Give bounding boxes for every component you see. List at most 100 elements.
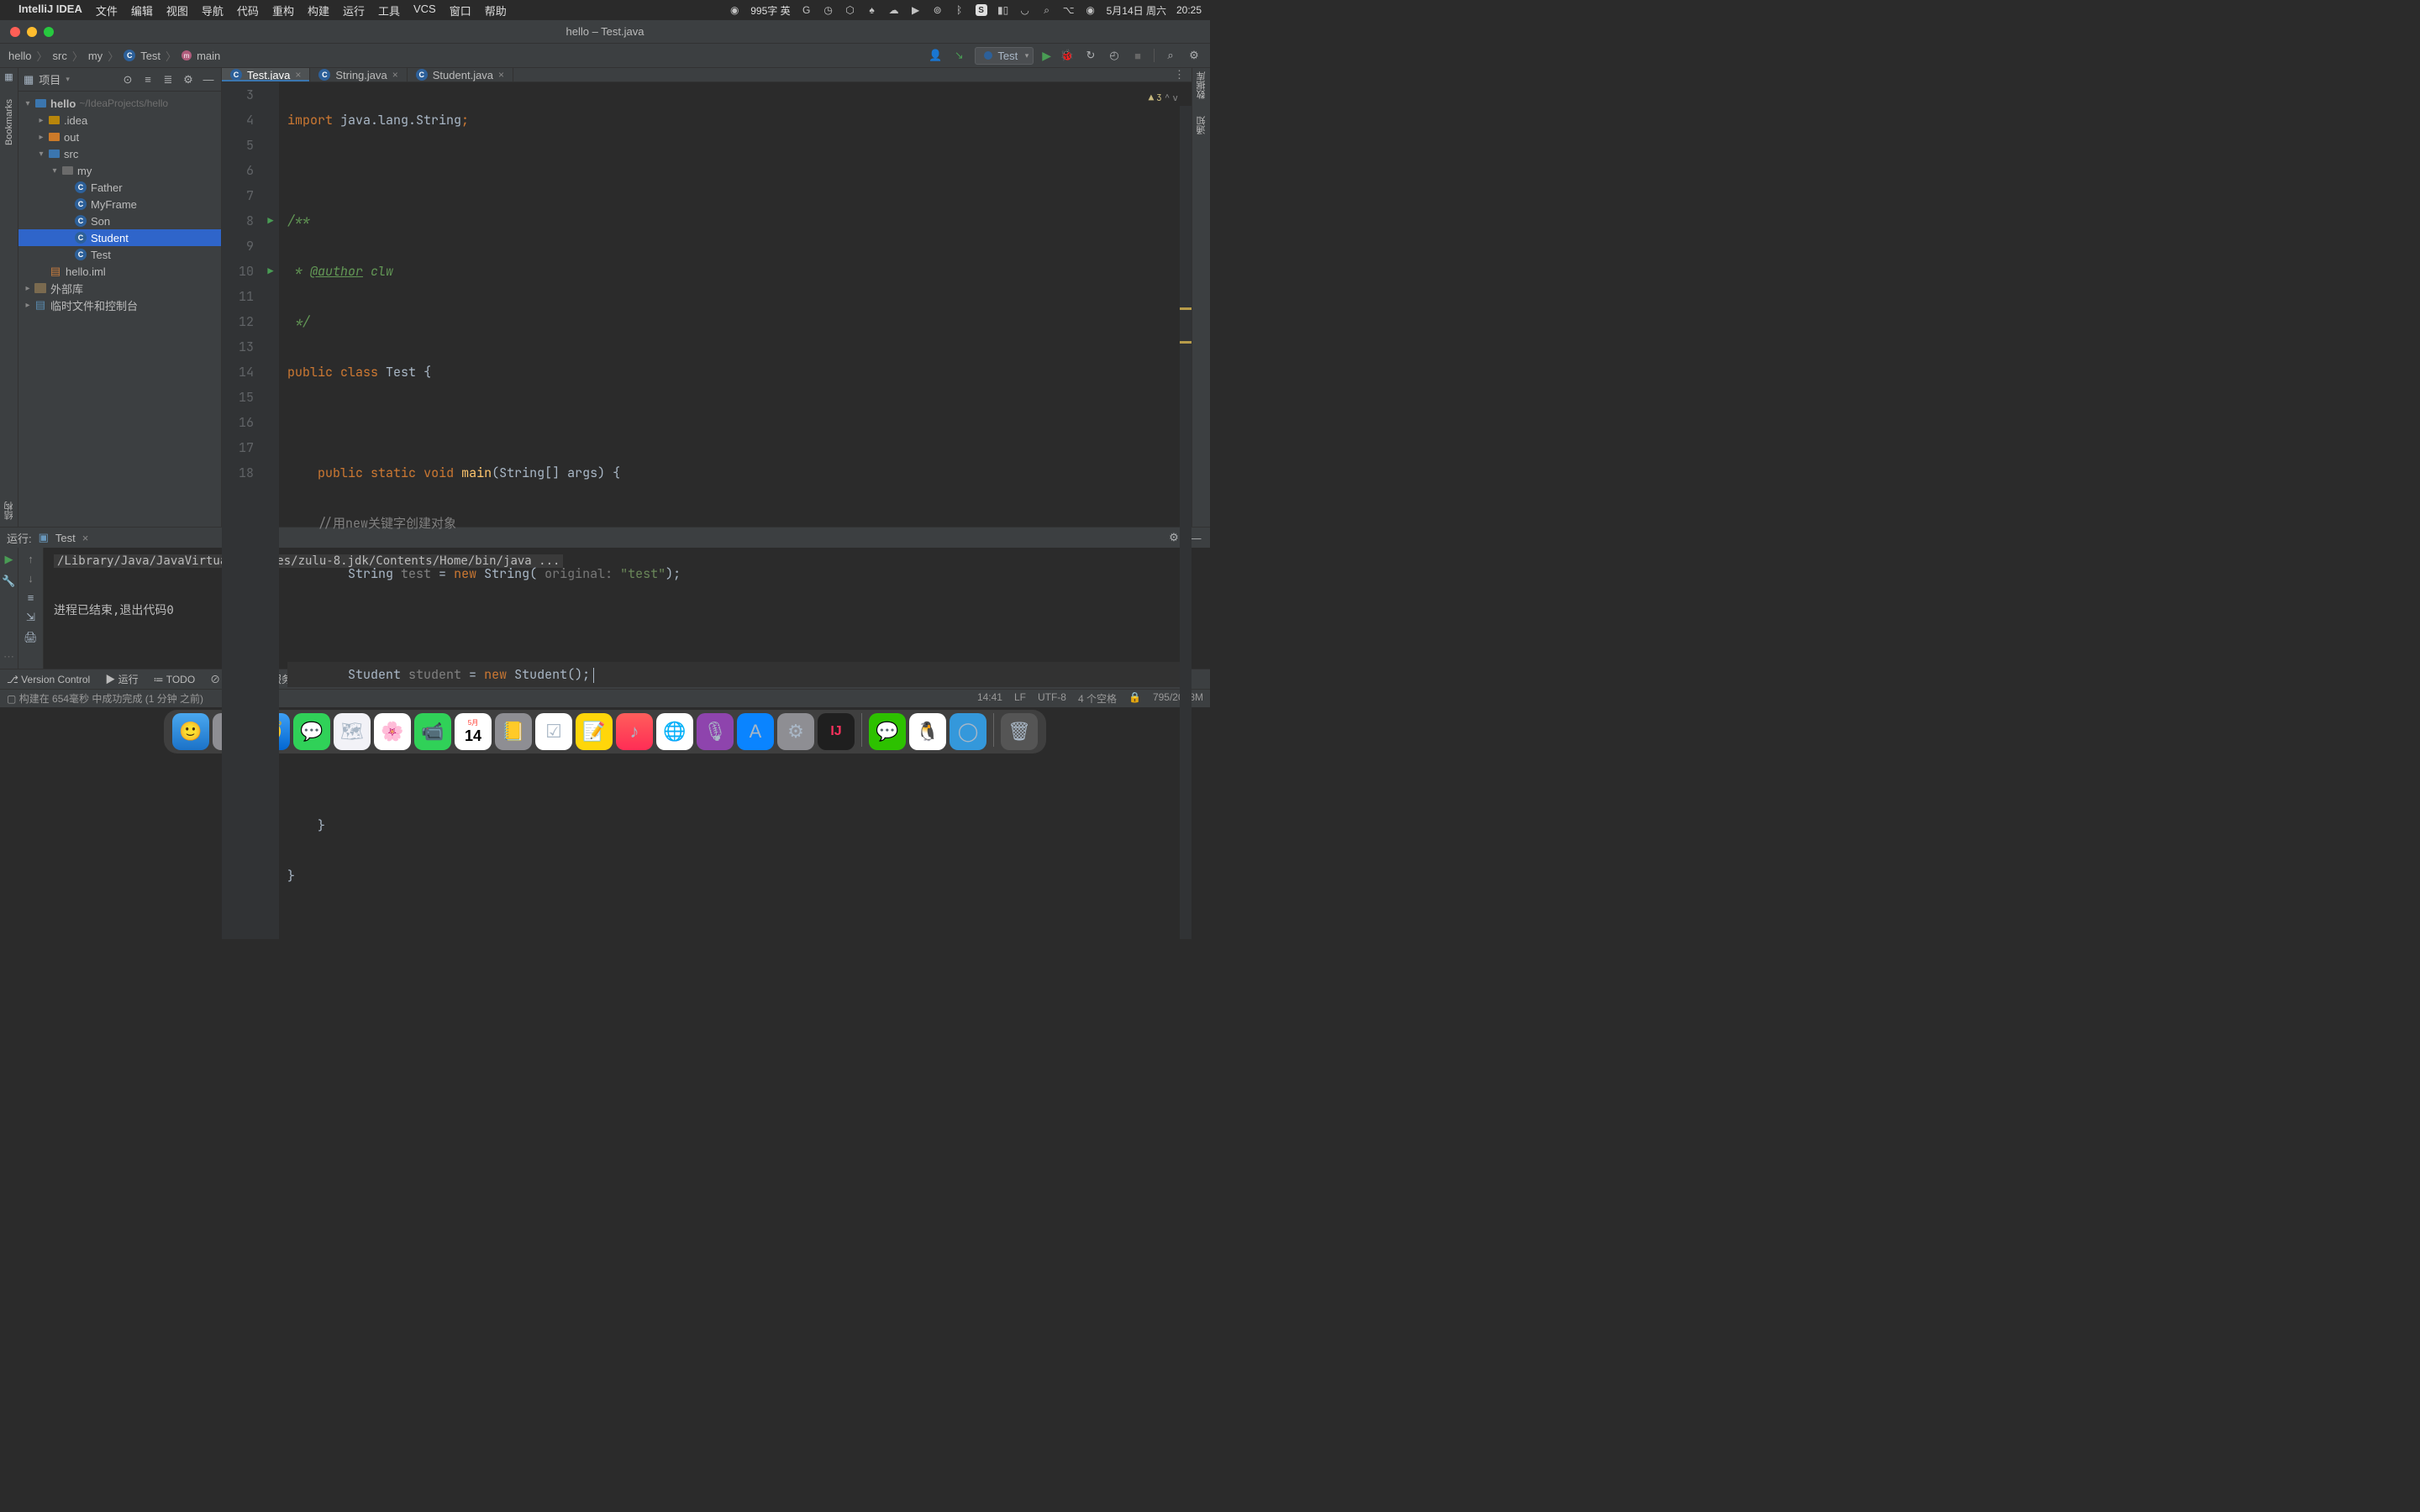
hex-icon[interactable]: ⬡ xyxy=(844,4,856,16)
project-strip-icon[interactable]: ▦ xyxy=(4,71,13,82)
profile-icon[interactable]: ◴ xyxy=(1107,48,1122,63)
menubar-time[interactable]: 20:25 xyxy=(1176,4,1202,16)
play-icon[interactable]: ▶ xyxy=(910,4,922,16)
close-icon[interactable]: × xyxy=(295,69,301,81)
sogou-icon[interactable]: S xyxy=(976,4,987,16)
run-gutter-icon[interactable]: ▶ xyxy=(262,208,279,234)
bluetooth-icon[interactable]: ᛒ xyxy=(954,4,965,16)
ime-indicator[interactable]: 995字 英 xyxy=(750,3,790,18)
window-close-icon[interactable] xyxy=(10,27,20,37)
add-user-icon[interactable]: 👤 xyxy=(928,48,943,63)
expand-all-icon[interactable]: ≡ xyxy=(140,72,155,87)
tree-pkg-my[interactable]: ▾my xyxy=(18,162,221,179)
search-everywhere-icon[interactable]: ⌕ xyxy=(1163,48,1178,63)
notifications-strip[interactable]: 通知 xyxy=(1195,116,1208,134)
menu-help[interactable]: 帮助 xyxy=(485,3,507,18)
bookmarks-strip[interactable]: Bookmarks xyxy=(4,99,14,145)
tree-class-father[interactable]: CFather xyxy=(18,179,221,196)
circle-icon[interactable]: ⊚ xyxy=(932,4,944,16)
grammarly-icon[interactable]: G xyxy=(801,4,813,16)
print-icon[interactable]: 🖨 xyxy=(24,631,38,644)
siri-icon[interactable]: ◉ xyxy=(1085,4,1097,16)
menu-run[interactable]: 运行 xyxy=(343,3,365,18)
screenrec-icon[interactable]: ◉ xyxy=(729,4,740,16)
tree-class-son[interactable]: CSon xyxy=(18,213,221,229)
tab-student[interactable]: CStudent.java× xyxy=(408,68,513,81)
search-icon[interactable]: ⌕ xyxy=(1041,4,1053,16)
inspection-badge[interactable]: ▲3 ^ v xyxy=(1149,86,1178,111)
tree-scratches[interactable]: ▸▤临时文件和控制台 xyxy=(18,297,221,313)
menu-navigate[interactable]: 导航 xyxy=(202,3,224,18)
hide-panel-icon[interactable]: — xyxy=(201,72,216,87)
tab-test[interactable]: CTest.java× xyxy=(222,68,310,81)
structure-strip[interactable]: 结构 xyxy=(3,501,16,520)
vcs-tab[interactable]: ⎇ Version Control xyxy=(7,674,90,685)
scroll-icon[interactable]: ⇲ xyxy=(26,611,35,624)
dropdown-icon[interactable]: ▾ xyxy=(66,75,70,84)
tree-folder-out[interactable]: ▸out xyxy=(18,129,221,145)
collapse-all-icon[interactable]: ≣ xyxy=(160,72,176,87)
menu-window[interactable]: 窗口 xyxy=(450,3,471,18)
tab-string[interactable]: CString.java× xyxy=(310,68,407,81)
tree-class-test[interactable]: CTest xyxy=(18,246,221,263)
menu-refactor[interactable]: 重构 xyxy=(272,3,294,18)
tree-ext-lib[interactable]: ▸外部库 xyxy=(18,280,221,297)
more-icon[interactable]: ⋯ xyxy=(3,650,14,664)
wechat-tray-icon[interactable]: ☁ xyxy=(888,4,900,16)
menu-file[interactable]: 文件 xyxy=(96,3,118,18)
crumb-class[interactable]: Test xyxy=(140,50,160,62)
crumb-project[interactable]: hello xyxy=(8,50,31,62)
bell-icon[interactable]: ♠ xyxy=(866,4,878,16)
menu-view[interactable]: 视图 xyxy=(166,3,188,18)
wifi-icon[interactable]: ◡ xyxy=(1019,4,1031,16)
panel-settings-icon[interactable]: ⚙ xyxy=(181,72,196,87)
run-config-selector[interactable]: Test xyxy=(975,47,1034,65)
tab-more-icon[interactable]: ⋮ xyxy=(1167,68,1192,81)
menubar-app-name[interactable]: IntelliJ IDEA xyxy=(18,3,82,18)
todo-tab[interactable]: ≔ TODO xyxy=(154,674,196,685)
editor-error-stripe[interactable] xyxy=(1180,106,1192,939)
close-tab-icon[interactable]: × xyxy=(82,532,89,544)
stop-icon[interactable]: ■ xyxy=(1130,48,1145,63)
dock-finder-icon[interactable]: 🙂 xyxy=(172,713,209,750)
up-icon[interactable]: ↑ xyxy=(28,553,34,565)
tree-iml[interactable]: ▤hello.iml xyxy=(18,263,221,280)
settings-icon[interactable]: ⚙ xyxy=(1186,48,1202,63)
code-content[interactable]: import java.lang.String; /** * @author c… xyxy=(279,82,1192,939)
select-opened-icon[interactable]: ⊙ xyxy=(120,72,135,87)
crumb-pkg[interactable]: my xyxy=(88,50,103,62)
tree-class-student[interactable]: CStudent xyxy=(18,229,221,246)
tree-folder-idea[interactable]: ▸.idea xyxy=(18,112,221,129)
run-button-icon[interactable]: ▶ xyxy=(1042,49,1051,63)
control-center-icon[interactable]: ⌥ xyxy=(1063,4,1075,16)
status-icon[interactable]: ▢ xyxy=(7,693,16,705)
run-gutter-icon[interactable]: ▶ xyxy=(262,259,279,284)
window-minimize-icon[interactable] xyxy=(27,27,37,37)
menu-edit[interactable]: 编辑 xyxy=(131,3,153,18)
battery-icon[interactable]: ▮▯ xyxy=(997,4,1009,16)
debug-button-icon[interactable]: 🐞 xyxy=(1060,48,1075,63)
coverage-icon[interactable]: ↻ xyxy=(1083,48,1098,63)
crumb-src[interactable]: src xyxy=(52,50,66,62)
menu-code[interactable]: 代码 xyxy=(237,3,259,18)
menu-tools[interactable]: 工具 xyxy=(378,3,400,18)
timer-icon[interactable]: ◷ xyxy=(823,4,834,16)
down-icon[interactable]: ↓ xyxy=(28,572,34,585)
close-icon[interactable]: × xyxy=(392,69,398,81)
breadcrumb[interactable]: hello〉 src〉 my〉 C Test〉 m main xyxy=(8,48,220,64)
editor[interactable]: 3456789101112131415161718 ▶ ▶ import jav… xyxy=(222,82,1192,939)
crumb-method[interactable]: main xyxy=(197,50,220,62)
window-zoom-icon[interactable] xyxy=(44,27,54,37)
tree-root[interactable]: ▾ hello ~/IdeaProjects/hello xyxy=(18,95,221,112)
database-strip[interactable]: 数据库 xyxy=(1195,71,1208,99)
build-icon[interactable]: ↘ xyxy=(951,48,966,63)
menubar-date[interactable]: 5月14日 周六 xyxy=(1107,3,1166,18)
rerun-icon[interactable]: ▶ xyxy=(5,553,13,566)
soft-wrap-icon[interactable]: ≡ xyxy=(28,591,34,604)
run-tab[interactable]: ▶ 运行 xyxy=(105,672,138,686)
menu-vcs[interactable]: VCS xyxy=(413,3,436,18)
menu-build[interactable]: 构建 xyxy=(308,3,329,18)
tree-folder-src[interactable]: ▾src xyxy=(18,145,221,162)
close-icon[interactable]: × xyxy=(498,69,504,81)
tree-class-myframe[interactable]: CMyFrame xyxy=(18,196,221,213)
